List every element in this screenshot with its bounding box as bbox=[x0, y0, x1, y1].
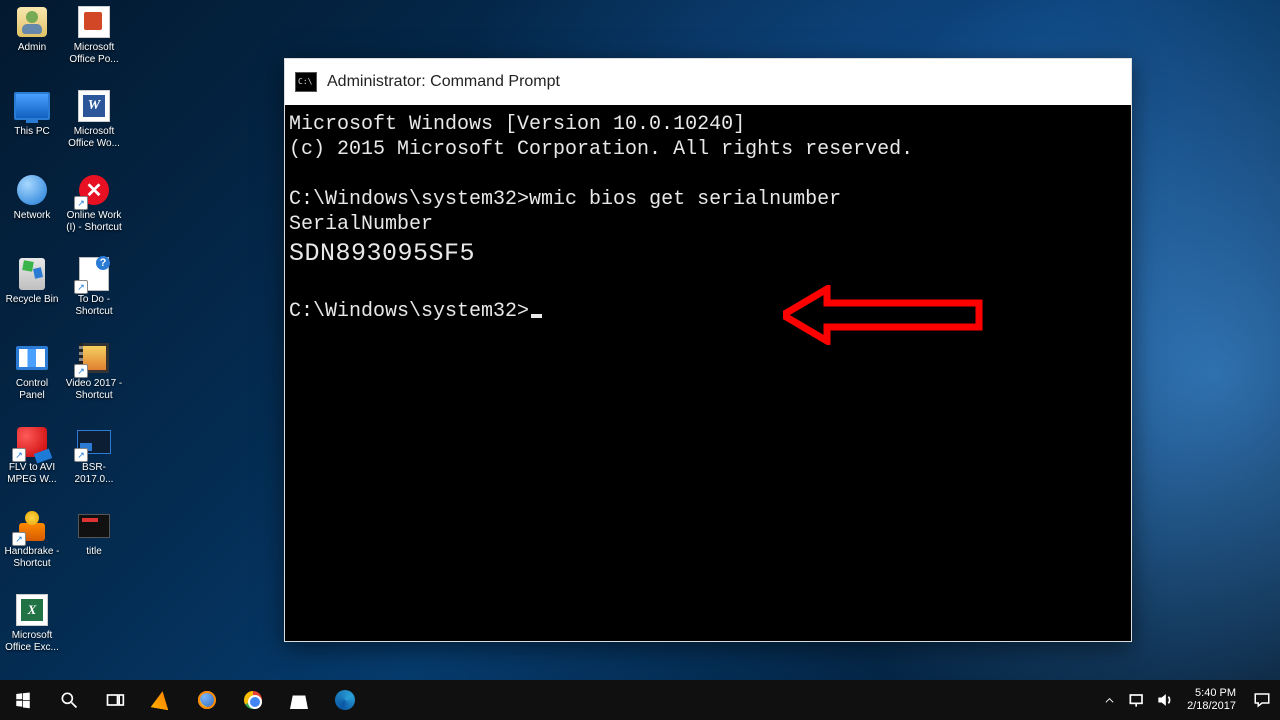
shortcut-overlay-icon bbox=[12, 532, 26, 546]
desktop-icon-title[interactable]: title bbox=[64, 506, 124, 584]
shortcut-overlay-icon bbox=[12, 448, 26, 462]
icon-label: FLV to AVI MPEG W... bbox=[2, 462, 62, 486]
desktop-icon-handbrake[interactable]: Handbrake - Shortcut bbox=[2, 506, 62, 584]
window-titlebar[interactable]: Administrator: Command Prompt bbox=[285, 59, 1131, 105]
firefox-icon bbox=[198, 691, 216, 709]
task-view-button[interactable] bbox=[92, 680, 138, 720]
desktop-icon-bsr[interactable]: BSR-2017.0... bbox=[64, 422, 124, 500]
desktop-icon-control-panel[interactable]: Control Panel bbox=[2, 338, 62, 416]
icon-label: To Do - Shortcut bbox=[64, 294, 124, 318]
chevron-up-icon bbox=[1104, 695, 1115, 706]
icon-label: Microsoft Office Po... bbox=[64, 42, 124, 66]
desktop-icon-todo[interactable]: To Do - Shortcut bbox=[64, 254, 124, 332]
icon-label: Video 2017 - Shortcut bbox=[64, 378, 124, 402]
desktop-icons-area: Admin This PC Network Recycle Bin Contro… bbox=[2, 2, 142, 674]
icon-label: Admin bbox=[18, 42, 46, 54]
search-icon bbox=[59, 690, 79, 710]
shortcut-overlay-icon bbox=[74, 196, 88, 210]
terminal-line: (c) 2015 Microsoft Corporation. All righ… bbox=[289, 138, 913, 161]
desktop-icon-network[interactable]: Network bbox=[2, 170, 62, 248]
taskbar-app-edge[interactable] bbox=[322, 680, 368, 720]
winamp-icon bbox=[151, 690, 172, 711]
taskbar: 5:40 PM 2/18/2017 bbox=[0, 680, 1280, 720]
task-view-icon bbox=[105, 690, 125, 710]
windows-logo-icon bbox=[14, 691, 32, 709]
terminal-output[interactable]: Microsoft Windows [Version 10.0.10240] (… bbox=[285, 106, 1131, 641]
taskbar-app-winamp[interactable] bbox=[138, 680, 184, 720]
desktop-icon-admin[interactable]: Admin bbox=[2, 2, 62, 80]
store-icon bbox=[290, 691, 308, 709]
notification-icon bbox=[1253, 691, 1271, 709]
tray-volume-button[interactable] bbox=[1151, 680, 1179, 720]
desktop-icon-video-2017[interactable]: Video 2017 - Shortcut bbox=[64, 338, 124, 416]
tray-network-button[interactable] bbox=[1123, 680, 1151, 720]
desktop-icon-this-pc[interactable]: This PC bbox=[2, 86, 62, 164]
terminal-command: wmic bios get serialnumber bbox=[529, 188, 841, 211]
system-tray: 5:40 PM 2/18/2017 bbox=[1095, 680, 1280, 720]
clock-time: 5:40 PM bbox=[1187, 687, 1236, 700]
volume-icon bbox=[1155, 690, 1175, 710]
icon-label: Network bbox=[14, 210, 51, 222]
window-title: Administrator: Command Prompt bbox=[327, 73, 560, 91]
chrome-icon bbox=[244, 691, 262, 709]
taskbar-clock[interactable]: 5:40 PM 2/18/2017 bbox=[1179, 687, 1244, 713]
desktop-icon-recycle-bin[interactable]: Recycle Bin bbox=[2, 254, 62, 332]
icon-label: title bbox=[86, 546, 102, 558]
desktop-icon-online-work[interactable]: ✕Online Work (I) - Shortcut bbox=[64, 170, 124, 248]
edge-icon bbox=[335, 690, 355, 710]
icon-label: Handbrake - Shortcut bbox=[2, 546, 62, 570]
cmd-icon bbox=[295, 72, 317, 92]
terminal-prompt: C:\Windows\system32> bbox=[289, 188, 529, 211]
terminal-output-header: SerialNumber bbox=[289, 213, 433, 236]
clock-date: 2/18/2017 bbox=[1187, 700, 1236, 713]
icon-label: BSR-2017.0... bbox=[64, 462, 124, 486]
shortcut-overlay-icon bbox=[74, 448, 88, 462]
desktop-wallpaper[interactable]: Admin This PC Network Recycle Bin Contro… bbox=[0, 0, 1280, 680]
action-center-button[interactable] bbox=[1244, 680, 1280, 720]
network-icon bbox=[1127, 690, 1147, 710]
desktop-icon-word[interactable]: WMicrosoft Office Wo... bbox=[64, 86, 124, 164]
shortcut-overlay-icon bbox=[74, 364, 88, 378]
search-button[interactable] bbox=[46, 680, 92, 720]
icon-label: Recycle Bin bbox=[6, 294, 59, 306]
taskbar-app-store[interactable] bbox=[276, 680, 322, 720]
shortcut-overlay-icon bbox=[74, 280, 88, 294]
terminal-line: Microsoft Windows [Version 10.0.10240] bbox=[289, 113, 745, 136]
icon-label: Microsoft Office Wo... bbox=[64, 126, 124, 150]
icon-label: Microsoft Office Exc... bbox=[2, 630, 62, 654]
serial-number-value: SDN893095SF5 bbox=[289, 241, 475, 266]
icon-label: Online Work (I) - Shortcut bbox=[64, 210, 124, 234]
terminal-cursor bbox=[531, 314, 542, 318]
command-prompt-window[interactable]: Administrator: Command Prompt Microsoft … bbox=[284, 58, 1132, 642]
taskbar-app-firefox[interactable] bbox=[184, 680, 230, 720]
terminal-prompt: C:\Windows\system32> bbox=[289, 300, 529, 323]
desktop-icon-excel[interactable]: XMicrosoft Office Exc... bbox=[2, 590, 62, 668]
icon-label: This PC bbox=[14, 126, 50, 138]
icon-label: Control Panel bbox=[2, 378, 62, 402]
desktop-icon-flv-converter[interactable]: FLV to AVI MPEG W... bbox=[2, 422, 62, 500]
tray-overflow-button[interactable] bbox=[1095, 680, 1123, 720]
desktop-icon-powerpoint[interactable]: Microsoft Office Po... bbox=[64, 2, 124, 80]
start-button[interactable] bbox=[0, 680, 46, 720]
taskbar-app-chrome[interactable] bbox=[230, 680, 276, 720]
